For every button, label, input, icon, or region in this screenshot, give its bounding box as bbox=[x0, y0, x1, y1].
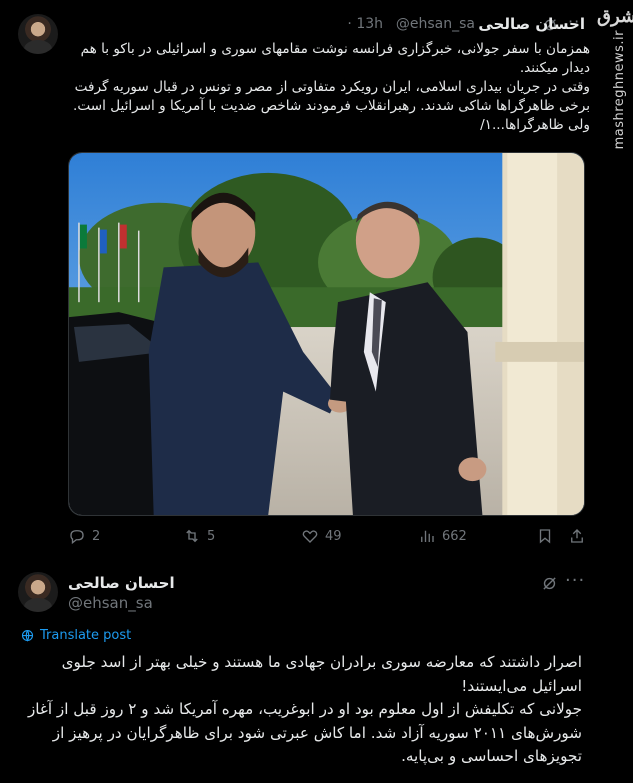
translate-post-link[interactable]: Translate post bbox=[20, 628, 131, 643]
reply-button[interactable]: 2 bbox=[68, 527, 100, 545]
like-button[interactable]: 49 bbox=[301, 527, 342, 545]
views-icon bbox=[421, 530, 434, 542]
share-icon bbox=[571, 529, 583, 543]
reply-icon bbox=[70, 530, 84, 545]
tweet1-paragraph: همزمان با سفر جولانی، خبرگزاری فرانسه نو… bbox=[80, 41, 590, 76]
bookmark-button[interactable] bbox=[536, 527, 554, 545]
tweet1-paragraph: وقتی در جریان بیداری اسلامی، ایران رویکر… bbox=[73, 79, 590, 133]
author-name[interactable]: احسان صالحی bbox=[478, 15, 585, 33]
grok-icon[interactable] bbox=[541, 575, 558, 596]
watermark-strip: مشرق mashreghnews.ir bbox=[593, 0, 633, 783]
heart-icon bbox=[302, 530, 318, 543]
like-count: 49 bbox=[325, 528, 342, 544]
repost-button[interactable]: 5 bbox=[183, 527, 215, 545]
translate-label: Translate post bbox=[40, 628, 132, 643]
tweet2-text: اصرار داشتند که معارضه سوری برادران جهاد… bbox=[20, 651, 582, 769]
watermark-site: mashreghnews.ir bbox=[612, 30, 627, 150]
avatar[interactable] bbox=[18, 572, 58, 612]
share-button[interactable] bbox=[568, 527, 586, 545]
handshake-photo bbox=[69, 153, 584, 515]
author-name[interactable]: احسان صالحی bbox=[68, 574, 175, 592]
repost-icon bbox=[186, 529, 198, 543]
repost-count: 5 bbox=[207, 528, 216, 544]
bookmark-icon bbox=[539, 529, 551, 544]
tweet1-actions: 2 5 49 662 bbox=[68, 527, 583, 551]
tweet2-paragraph: جولانی که تکلیفش از اول معلوم بود او در … bbox=[27, 700, 582, 765]
watermark-logo: مشرق bbox=[597, 6, 633, 27]
avatar[interactable] bbox=[18, 14, 58, 54]
views-button[interactable]: 662 bbox=[418, 527, 467, 545]
author-handle[interactable]: @ehsan_sa bbox=[396, 16, 475, 32]
globe-icon bbox=[21, 629, 34, 642]
author-handle[interactable]: @ehsan_sa bbox=[68, 594, 153, 612]
tweet2-paragraph: اصرار داشتند که معارضه سوری برادران جهاد… bbox=[61, 653, 582, 695]
reply-count: 2 bbox=[92, 528, 101, 544]
tweet1-text: همزمان با سفر جولانی، خبرگزاری فرانسه نو… bbox=[70, 40, 590, 135]
timeline: مشرق mashreghnews.ir ··· · 13h @ehsan_sa… bbox=[0, 0, 633, 783]
views-count: 662 bbox=[442, 528, 467, 544]
tweet-time[interactable]: · 13h bbox=[347, 16, 383, 32]
tweet1-header: ··· · 13h @ehsan_sa احسان صالحی bbox=[70, 12, 593, 35]
more-icon[interactable]: ··· bbox=[565, 570, 585, 591]
tweet-photo[interactable] bbox=[68, 152, 585, 516]
